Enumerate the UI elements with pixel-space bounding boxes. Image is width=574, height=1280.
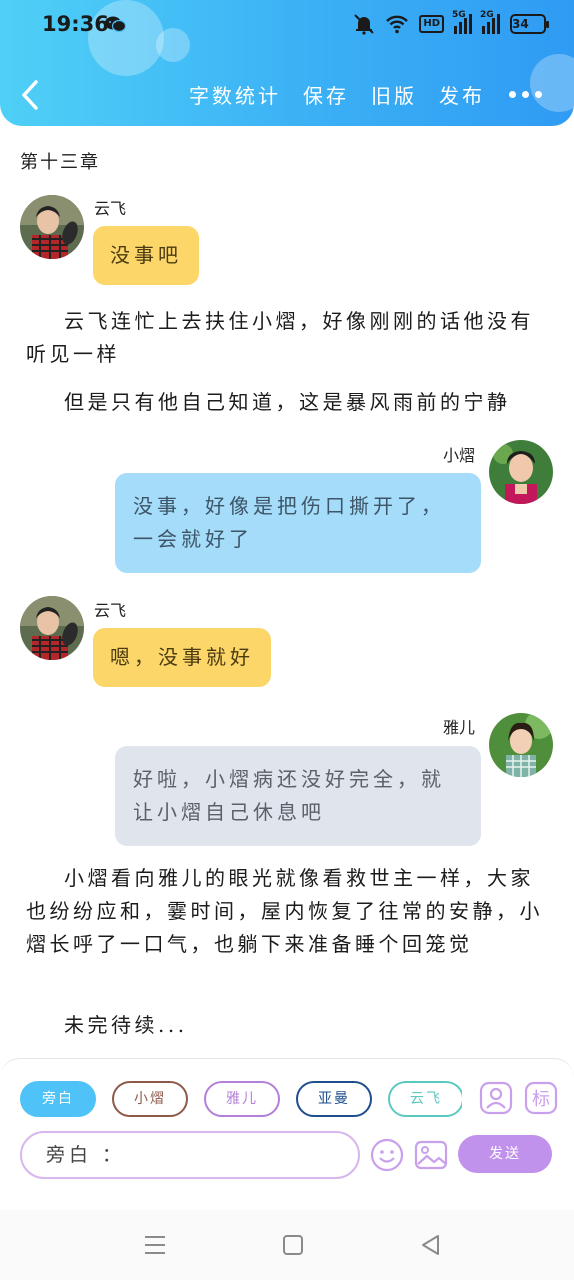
status-time: 19:36 (42, 12, 109, 36)
signal-2g-icon: 2G (480, 10, 500, 34)
status-bar: 19:36 HD 5G 2G 34 (0, 0, 574, 52)
wifi-icon (385, 14, 409, 34)
message-input[interactable]: 旁白 ： (20, 1131, 360, 1179)
dialogue-bubble[interactable]: 好啦，小熠病还没好完全，就让小熠自己休息吧 (115, 746, 481, 846)
role-chip-narrator[interactable]: 旁白 (20, 1081, 96, 1117)
app-header: 19:36 HD 5G 2G 34 字数统计 保存 旧版 发布 (0, 0, 574, 126)
person-icon[interactable] (479, 1081, 513, 1115)
send-button[interactable]: 发送 (458, 1135, 552, 1173)
dialogue-bubble[interactable]: 没事吧 (93, 226, 199, 285)
role-chip[interactable]: 小熠 (112, 1081, 188, 1117)
dialogue-bubble[interactable]: 没事，好像是把伤口撕开了，一会就好了 (115, 473, 481, 573)
speaker-name: 雅儿 (443, 718, 476, 737)
mute-icon (353, 13, 375, 35)
system-nav-bar (0, 1210, 574, 1280)
battery-icon: 34 (510, 14, 549, 34)
publish-button[interactable]: 发布 (439, 80, 485, 109)
avatar[interactable] (20, 596, 84, 660)
tag-icon-label: 标 (532, 1089, 550, 1110)
role-chip[interactable]: 雅儿 (204, 1081, 280, 1117)
narration-paragraph[interactable]: 未完待续... (26, 1009, 552, 1042)
old-version-button[interactable]: 旧版 (371, 80, 417, 109)
dialogue-bubble[interactable]: 嗯，没事就好 (93, 628, 271, 687)
emoji-icon[interactable] (370, 1138, 404, 1172)
role-selector: 旁白 小熠 雅儿 亚曼 云飞 采薇 (20, 1081, 462, 1119)
tag-icon[interactable]: 标 (524, 1081, 558, 1115)
chapter-title: 第十三章 (20, 152, 100, 173)
narration-paragraph[interactable]: 但是只有他自己知道，这是暴风雨前的宁静 (26, 386, 552, 419)
word-count-button[interactable]: 字数统计 (189, 80, 281, 109)
back-arrow-icon[interactable] (18, 78, 44, 112)
role-chip[interactable]: 云飞 (388, 1081, 462, 1117)
signal-2g-label: 2G (480, 10, 494, 20)
signal-5g-icon: 5G (452, 10, 472, 34)
more-dots-icon[interactable] (509, 91, 542, 98)
menu-icon[interactable] (142, 1232, 168, 1258)
avatar[interactable] (489, 440, 553, 504)
narration-paragraph[interactable]: 小熠看向雅儿的眼光就像看救世主一样，大家也纷纷应和，霎时间，屋内恢复了往常的安静… (26, 862, 552, 961)
avatar[interactable] (20, 195, 84, 259)
role-chip[interactable]: 亚曼 (296, 1081, 372, 1117)
home-icon[interactable] (280, 1232, 306, 1258)
wechat-icon (104, 15, 127, 37)
save-button[interactable]: 保存 (303, 80, 349, 109)
header-actions: 字数统计 保存 旧版 发布 (189, 80, 542, 109)
speaker-name: 云飞 (94, 199, 127, 218)
narration-paragraph[interactable]: 云飞连忙上去扶住小熠，好像刚刚的话他没有听见一样 (26, 305, 552, 371)
signal-5g-label: 5G (452, 10, 466, 20)
avatar[interactable] (489, 713, 553, 777)
image-icon[interactable] (414, 1138, 448, 1172)
speaker-name: 小熠 (443, 446, 476, 465)
speaker-name: 云飞 (94, 601, 127, 620)
compose-panel: 旁白 小熠 雅儿 亚曼 云飞 采薇 标 旁白 ： 发送 (0, 1058, 574, 1210)
hd-icon: HD (419, 15, 444, 33)
back-icon[interactable] (418, 1232, 444, 1258)
